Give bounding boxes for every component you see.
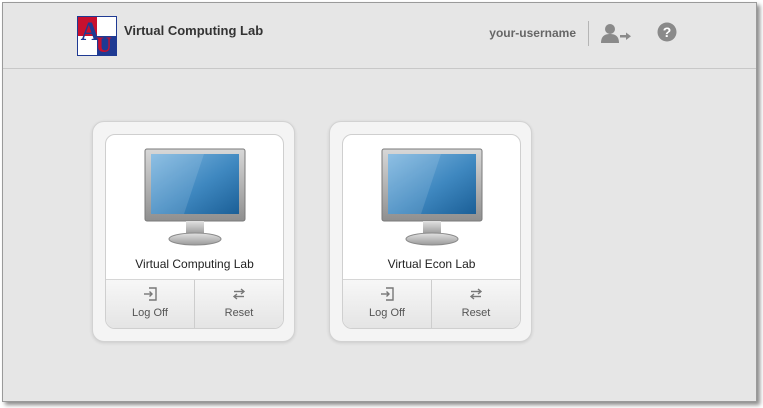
app-title: Virtual Computing Lab: [124, 23, 264, 38]
reset-button[interactable]: Reset: [431, 280, 520, 328]
tile-card: Virtual Econ Lab Log Off Reset: [342, 134, 521, 329]
log-off-label: Log Off: [369, 307, 405, 319]
log-off-icon: [380, 287, 394, 301]
desktop-tile-virtual-computing-lab: Virtual Computing Lab Log Off Reset: [92, 121, 295, 342]
log-off-button[interactable]: Log Off: [343, 280, 431, 328]
desktop-name: Virtual Econ Lab: [387, 257, 476, 271]
desktop-tile-virtual-econ-lab: Virtual Econ Lab Log Off Reset: [329, 121, 532, 342]
reset-label: Reset: [224, 307, 254, 319]
reset-label: Reset: [461, 307, 491, 319]
svg-text:U: U: [96, 32, 112, 56]
american-university-logo[interactable]: A U: [77, 16, 117, 57]
launch-desktop-button[interactable]: Virtual Computing Lab: [106, 135, 283, 279]
header-divider: [588, 21, 589, 46]
help-icon[interactable]: ?: [657, 22, 677, 42]
tile-card: Virtual Computing Lab Log Off Reset: [105, 134, 284, 329]
log-off-label: Log Off: [132, 307, 168, 319]
reset-button[interactable]: Reset: [194, 280, 283, 328]
launch-desktop-button[interactable]: Virtual Econ Lab: [343, 135, 520, 279]
user-switch-icon[interactable]: [601, 23, 633, 45]
tile-action-bar: Log Off Reset: [106, 279, 283, 328]
monitor-icon: [144, 148, 246, 248]
desktop-name: Virtual Computing Lab: [135, 257, 254, 271]
log-off-button[interactable]: Log Off: [106, 280, 194, 328]
reset-icon: [232, 287, 246, 301]
log-off-icon: [143, 287, 157, 301]
username-label[interactable]: your-username: [489, 26, 576, 40]
header-bar: A U Virtual Computing Lab your-username …: [3, 3, 756, 69]
app-window: A U Virtual Computing Lab your-username …: [2, 2, 757, 402]
tile-action-bar: Log Off Reset: [343, 279, 520, 328]
reset-icon: [469, 287, 483, 301]
svg-text:?: ?: [663, 24, 672, 40]
monitor-icon: [381, 148, 483, 248]
